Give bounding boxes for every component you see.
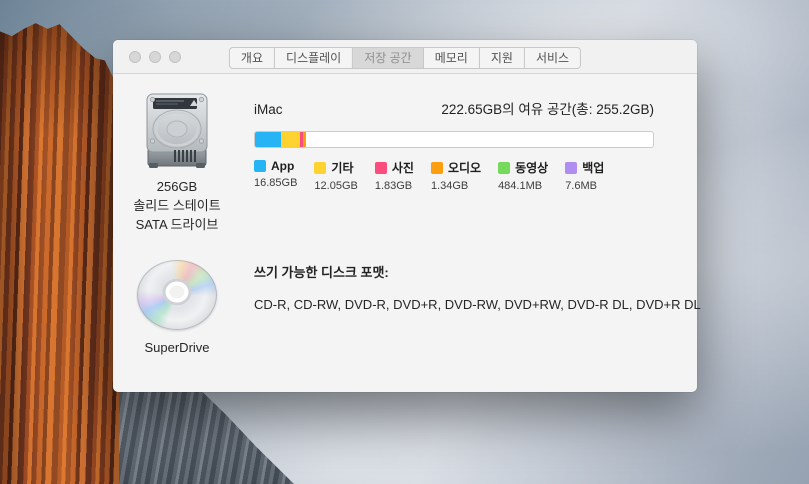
storage-segment-movies <box>305 132 306 147</box>
cd-disc-icon <box>137 260 217 330</box>
window-controls <box>129 51 181 63</box>
formats-title: 쓰기 가능한 디스크 포맷: <box>254 262 684 281</box>
storage-bar <box>254 131 654 148</box>
volume-name: iMac <box>254 102 283 117</box>
legend-item-app: App 16.85GB <box>254 159 297 192</box>
legend-label-movies: 동영상 <box>515 159 548 176</box>
tab-service[interactable]: 서비스 <box>525 48 580 68</box>
legend-size-photos: 1.83GB <box>375 180 414 192</box>
tab-support[interactable]: 지원 <box>480 48 525 68</box>
hard-drive-icon <box>144 90 210 170</box>
legend-label-app: App <box>271 159 294 173</box>
internal-drive-block: 256GB 솔리드 스테이트 SATA 드라이브 <box>113 90 241 234</box>
storage-tab-content: 256GB 솔리드 스테이트 SATA 드라이브 SuperDrive iMac… <box>113 74 697 391</box>
legend-size-movies: 484.1MB <box>498 180 548 192</box>
superdrive-label: SuperDrive <box>113 338 241 357</box>
legend-swatch-backups <box>565 162 577 174</box>
legend-label-photos: 사진 <box>392 159 414 176</box>
legend-item-other: 기타 12.05GB <box>314 159 357 192</box>
tab-memory[interactable]: 메모리 <box>424 48 480 68</box>
close-button[interactable] <box>129 51 141 63</box>
internal-drive-label-line1: 256GB <box>113 177 241 196</box>
legend-swatch-photos <box>375 162 387 174</box>
internal-drive-label-line3: SATA 드라이브 <box>113 215 241 234</box>
internal-drive-label-line2: 솔리드 스테이트 <box>113 196 241 215</box>
legend-swatch-audio <box>431 162 443 174</box>
free-space-text: 222.65GB의 여유 공간(총: 255.2GB) <box>441 98 654 118</box>
legend-item-backups: 백업 7.6MB <box>565 159 604 192</box>
legend-swatch-other <box>314 162 326 174</box>
storage-segment-other <box>281 132 300 147</box>
legend-label-backups: 백업 <box>582 159 604 176</box>
tab-displays[interactable]: 디스플레이 <box>275 48 353 68</box>
legend-item-audio: 오디오 1.34GB <box>431 159 481 192</box>
about-this-mac-window: 개요디스플레이저장 공간메모리지원서비스 <box>113 40 697 392</box>
storage-panel: iMac 222.65GB의 여유 공간(총: 255.2GB) App 16.8… <box>254 98 654 192</box>
legend-size-other: 12.05GB <box>314 180 357 192</box>
storage-legend: App 16.85GB 기타 12.05GB 사진 1.83GB 오디오 1.34GB 동영상 4… <box>254 159 654 192</box>
tab-bar: 개요디스플레이저장 공간메모리지원서비스 <box>229 47 581 69</box>
wallpaper-cliff <box>0 0 119 484</box>
legend-swatch-app <box>254 160 266 172</box>
storage-header: iMac 222.65GB의 여유 공간(총: 255.2GB) <box>254 98 654 118</box>
legend-item-photos: 사진 1.83GB <box>375 159 414 192</box>
tab-overview[interactable]: 개요 <box>230 48 275 68</box>
legend-size-app: 16.85GB <box>254 177 297 189</box>
zoom-button[interactable] <box>169 51 181 63</box>
superdrive-block: SuperDrive <box>113 260 241 357</box>
formats-list: CD-R, CD-RW, DVD-R, DVD+R, DVD-RW, DVD+R… <box>254 297 684 312</box>
tab-storage[interactable]: 저장 공간 <box>353 48 424 68</box>
legend-label-audio: 오디오 <box>448 159 481 176</box>
legend-label-other: 기타 <box>331 159 353 176</box>
minimize-button[interactable] <box>149 51 161 63</box>
desktop: 개요디스플레이저장 공간메모리지원서비스 <box>0 0 809 484</box>
legend-swatch-movies <box>498 162 510 174</box>
titlebar[interactable]: 개요디스플레이저장 공간메모리지원서비스 <box>113 40 697 74</box>
legend-item-movies: 동영상 484.1MB <box>498 159 548 192</box>
storage-segment-app <box>255 132 281 147</box>
legend-size-backups: 7.6MB <box>565 180 604 192</box>
formats-panel: 쓰기 가능한 디스크 포맷: CD-R, CD-RW, DVD-R, DVD+R… <box>254 262 684 312</box>
legend-size-audio: 1.34GB <box>431 180 481 192</box>
